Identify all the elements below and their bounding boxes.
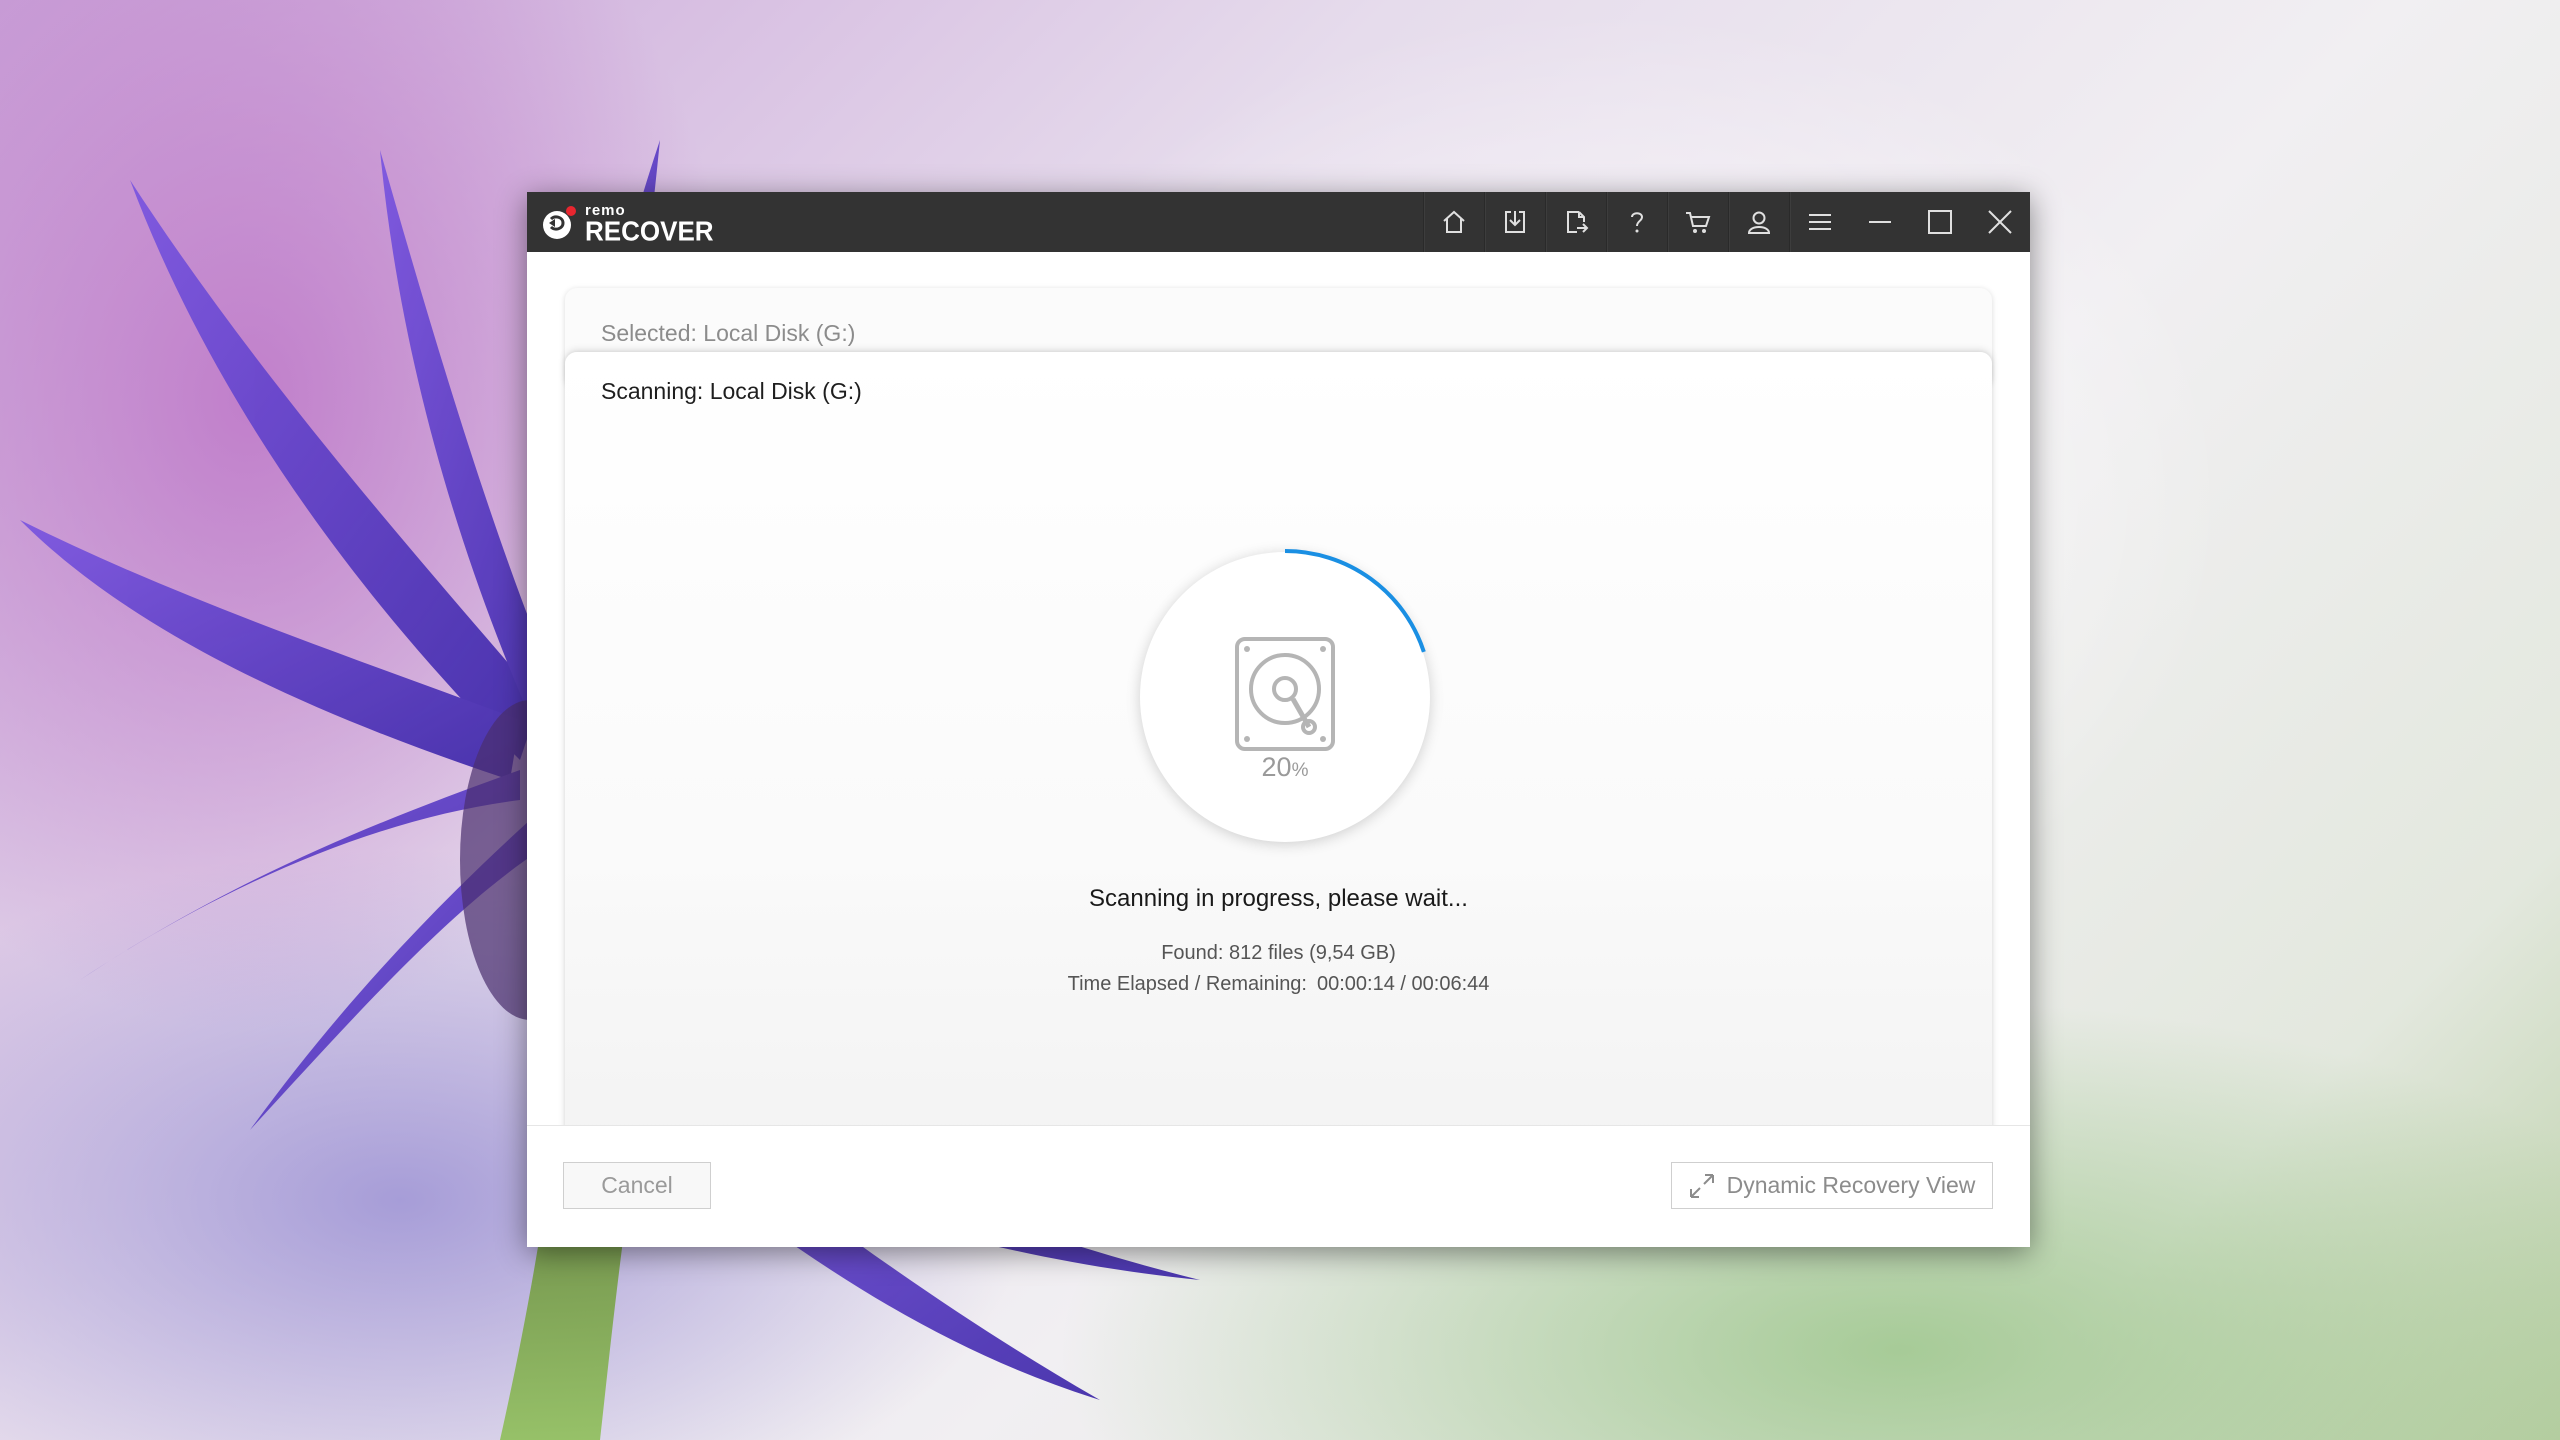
time-value: 00:00:14 / 00:06:44 bbox=[1317, 973, 1490, 995]
progress-value: 20 bbox=[1261, 752, 1292, 782]
footer-bar: Cancel Dynamic Recovery View bbox=[527, 1125, 2030, 1247]
remo-logo-icon bbox=[541, 205, 577, 241]
progress-percent: 20% bbox=[1130, 752, 1440, 783]
logo-large-text: RECOVER bbox=[585, 214, 714, 247]
dynamic-recovery-view-label: Dynamic Recovery View bbox=[1726, 1172, 1976, 1198]
cancel-button[interactable]: Cancel bbox=[563, 1162, 711, 1209]
main-content: Selected: Local Disk (G:) Scanning: Loca… bbox=[527, 252, 2030, 1185]
close-button[interactable] bbox=[1970, 192, 2030, 252]
time-info: Time Elapsed / Remaining: 00:00:14 / 00:0… bbox=[565, 973, 1992, 996]
maximize-button[interactable] bbox=[1910, 192, 1970, 252]
minimize-icon bbox=[1869, 221, 1891, 223]
progress-unit: % bbox=[1291, 760, 1309, 781]
user-icon bbox=[1747, 211, 1771, 234]
export-icon bbox=[1567, 211, 1589, 233]
hard-disk-icon bbox=[1235, 637, 1335, 751]
download-icon bbox=[1505, 211, 1525, 233]
scan-progress-card: Scanning: Local Disk (G:) 20% Scanning i… bbox=[565, 352, 1992, 1185]
maximize-icon bbox=[1928, 210, 1952, 234]
close-icon bbox=[1988, 210, 2012, 234]
dynamic-recovery-view-button[interactable]: Dynamic Recovery View bbox=[1671, 1162, 1993, 1209]
account-button[interactable] bbox=[1729, 192, 1789, 252]
scan-status-text: Scanning in progress, please wait... bbox=[1089, 885, 1468, 912]
progress-ring bbox=[1130, 542, 1440, 852]
menu-icon bbox=[1809, 214, 1831, 230]
scan-title: Scanning: Local Disk (G:) bbox=[601, 378, 862, 404]
app-window: remo RECOVER Selected: Local Disk (G:) S… bbox=[527, 192, 2030, 1247]
help-button[interactable] bbox=[1607, 192, 1667, 252]
cart-icon bbox=[1686, 212, 1711, 233]
home-button[interactable] bbox=[1424, 192, 1484, 252]
save-session-button[interactable] bbox=[1485, 192, 1545, 252]
found-files-text: Found: 812 files (9,54 GB) bbox=[1161, 942, 1396, 964]
title-bar: remo RECOVER bbox=[527, 192, 2030, 252]
home-icon bbox=[1443, 210, 1465, 233]
app-logo: remo RECOVER bbox=[541, 202, 714, 244]
expand-icon bbox=[1689, 1173, 1714, 1198]
selected-drive-label: Selected: Local Disk (G:) bbox=[601, 320, 856, 346]
title-toolbar bbox=[1423, 192, 2030, 252]
help-icon bbox=[1631, 212, 1644, 233]
menu-button[interactable] bbox=[1790, 192, 1850, 252]
cart-button[interactable] bbox=[1668, 192, 1728, 252]
time-label: Time Elapsed / Remaining: bbox=[1067, 973, 1307, 995]
minimize-button[interactable] bbox=[1850, 192, 1910, 252]
export-button[interactable] bbox=[1546, 192, 1606, 252]
